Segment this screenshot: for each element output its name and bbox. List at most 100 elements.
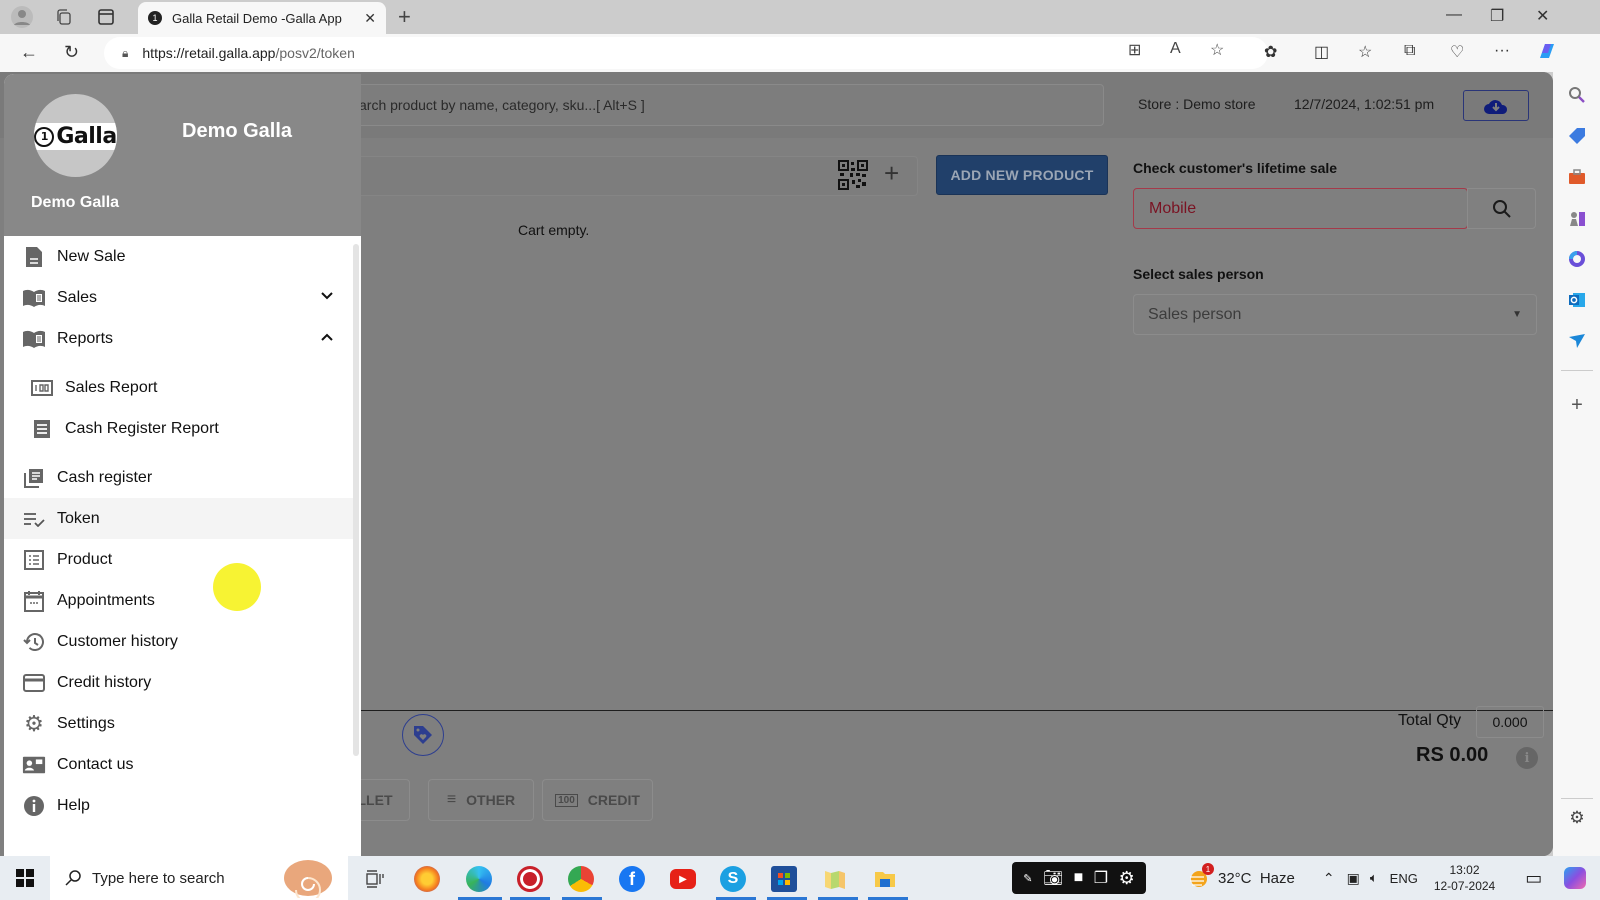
window-close-icon[interactable]: ✕ bbox=[1536, 6, 1549, 26]
skype-icon[interactable]: S bbox=[720, 866, 746, 892]
microsoft365-icon[interactable] bbox=[1567, 249, 1587, 269]
credit-payment-button[interactable]: 100 CREDIT bbox=[542, 779, 653, 821]
info-icon[interactable]: i bbox=[1516, 747, 1538, 769]
chrome-icon[interactable] bbox=[568, 866, 594, 892]
sidebar-divider bbox=[1561, 798, 1593, 799]
firefox-icon[interactable] bbox=[414, 866, 440, 892]
collections-icon[interactable]: ⧉ bbox=[1404, 42, 1415, 60]
weather-text[interactable]: 32°C Haze bbox=[1218, 870, 1295, 887]
pos-app: arch product by name, category, sku...[ … bbox=[0, 72, 1553, 856]
copilot-taskbar-icon[interactable] bbox=[1564, 867, 1587, 889]
other-payment-button[interactable]: ≡ OTHER bbox=[428, 779, 534, 821]
window-capture-icon[interactable]: ❐ bbox=[1094, 868, 1108, 888]
camera-icon[interactable]: 📷︎ bbox=[1043, 868, 1063, 888]
edge-icon[interactable] bbox=[466, 866, 492, 892]
menu-item-help[interactable]: Help bbox=[4, 785, 354, 826]
read-aloud-icon[interactable]: A bbox=[1170, 40, 1181, 58]
taskbar-search-input[interactable]: Type here to search bbox=[50, 856, 348, 900]
menu-item-new-sale[interactable]: New Sale bbox=[4, 236, 354, 277]
browser-essentials-icon[interactable]: ♡ bbox=[1450, 42, 1464, 62]
total-amount: RS 0.00 bbox=[1416, 744, 1489, 766]
chevron-down-icon[interactable] bbox=[320, 289, 334, 303]
microsoft-store-icon[interactable] bbox=[771, 866, 797, 892]
checklist-icon bbox=[22, 507, 46, 531]
task-view-icon[interactable] bbox=[362, 866, 388, 892]
capture-settings-icon[interactable]: ⚙ bbox=[1119, 868, 1135, 889]
menu-item-reports[interactable]: Reports bbox=[4, 318, 354, 359]
windows-start-icon[interactable] bbox=[16, 869, 34, 892]
customer-search-button[interactable] bbox=[1467, 188, 1536, 229]
dropdown-arrow-icon: ▼ bbox=[1512, 309, 1522, 320]
menu-label: Contact us bbox=[57, 755, 134, 773]
restore-icon[interactable]: ❐ bbox=[1490, 6, 1504, 26]
show-hidden-icons[interactable]: ⌃ bbox=[1323, 870, 1335, 887]
tab-title: Galla Retail Demo -Galla App bbox=[172, 10, 342, 26]
workspaces-icon[interactable] bbox=[52, 6, 76, 28]
menu-item-sales[interactable]: Sales bbox=[4, 277, 354, 318]
send-icon[interactable] bbox=[1567, 331, 1587, 351]
add-new-product-button[interactable]: ADD NEW PRODUCT bbox=[936, 155, 1108, 195]
youtube-icon[interactable]: ▶ bbox=[670, 869, 696, 889]
add-sidebar-app-icon[interactable]: + bbox=[1567, 394, 1587, 416]
search-icon[interactable] bbox=[1567, 85, 1587, 105]
new-tab-icon[interactable]: + bbox=[398, 4, 411, 30]
menu-item-credit-history[interactable]: Credit history bbox=[4, 662, 354, 703]
copilot-icon[interactable] bbox=[1536, 40, 1558, 67]
file-explorer-icon[interactable] bbox=[872, 866, 898, 892]
galla-favicon: 1 bbox=[148, 11, 162, 25]
volume-icon[interactable]: 🔈︎ bbox=[1370, 870, 1378, 886]
chevron-up-icon[interactable] bbox=[320, 330, 334, 344]
notifications-icon[interactable]: ▭ bbox=[1525, 868, 1542, 889]
menu-item-appointments[interactable]: Appointments bbox=[4, 580, 354, 621]
app-available-icon[interactable]: ⊞ bbox=[1128, 40, 1141, 60]
minimize-icon[interactable]: — bbox=[1446, 6, 1462, 24]
menu-item-contact-us[interactable]: Contact us bbox=[4, 744, 354, 785]
menu-item-customer-history[interactable]: Customer history bbox=[4, 621, 354, 662]
tools-icon[interactable] bbox=[1567, 167, 1587, 187]
favorites-icon[interactable]: ☆ bbox=[1358, 42, 1372, 62]
browser-tab[interactable]: 1 Galla Retail Demo -Galla App ✕ bbox=[138, 2, 386, 34]
split-screen-icon[interactable]: ◫ bbox=[1314, 42, 1329, 62]
credit-card-icon bbox=[22, 671, 46, 695]
menu-item-cash-register[interactable]: Cash register bbox=[4, 457, 354, 498]
mobile-input[interactable]: Mobile bbox=[1133, 188, 1468, 229]
add-item-icon[interactable]: + bbox=[884, 158, 899, 189]
menu-item-token[interactable]: Token bbox=[4, 498, 354, 539]
sales-person-select[interactable]: Sales person ▼ bbox=[1133, 294, 1537, 335]
language-indicator[interactable]: ENG bbox=[1390, 871, 1418, 886]
screen-recorder-icon[interactable] bbox=[517, 866, 543, 892]
maps-app-icon[interactable] bbox=[822, 866, 848, 892]
profile-icon[interactable] bbox=[10, 6, 34, 28]
address-bar[interactable]: 🔒︎ https://retail.galla.app /posv2/token bbox=[104, 37, 1268, 69]
discount-tag-button[interactable] bbox=[402, 714, 444, 756]
back-icon[interactable]: ← bbox=[20, 42, 38, 63]
shopping-tag-icon[interactable] bbox=[1567, 126, 1587, 146]
more-menu-icon[interactable]: ··· bbox=[1494, 42, 1510, 60]
menu-item-cash-register-report[interactable]: Cash Register Report bbox=[4, 408, 354, 449]
menu-item-product[interactable]: Product bbox=[4, 539, 354, 580]
meet-now-icon[interactable]: ▣ bbox=[1347, 870, 1360, 887]
extensions-icon[interactable]: ✿ bbox=[1264, 42, 1277, 62]
cloud-sync-button[interactable] bbox=[1463, 90, 1529, 121]
product-search-input[interactable]: arch product by name, category, sku...[ … bbox=[340, 84, 1104, 126]
cart-empty-message: Cart empty. bbox=[518, 222, 590, 238]
cart-input-bar[interactable] bbox=[340, 156, 918, 196]
drawer-scrollbar[interactable] bbox=[353, 244, 359, 756]
qr-code-icon[interactable] bbox=[838, 160, 868, 190]
close-tab-icon[interactable]: ✕ bbox=[364, 10, 376, 27]
tab-actions-icon[interactable] bbox=[94, 6, 118, 28]
video-icon[interactable]: ■ bbox=[1074, 869, 1084, 887]
outlook-icon[interactable] bbox=[1567, 290, 1587, 310]
sidebar-settings-icon[interactable]: ⚙ bbox=[1567, 808, 1587, 828]
games-icon[interactable] bbox=[1567, 208, 1587, 228]
store-logo: 1 Galla bbox=[34, 94, 117, 177]
taskbar-clock[interactable]: 13:02 12-07-2024 bbox=[1434, 862, 1495, 894]
pen-icon[interactable]: ✎ bbox=[1023, 872, 1032, 885]
favorite-star-icon[interactable]: ☆ bbox=[1210, 40, 1224, 60]
facebook-icon[interactable]: f bbox=[619, 866, 645, 892]
menu-item-settings[interactable]: ⚙ Settings bbox=[4, 703, 354, 744]
weather-icon[interactable]: 1 bbox=[1188, 863, 1214, 888]
menu-item-sales-report[interactable]: Sales Report bbox=[4, 367, 354, 408]
refresh-icon[interactable]: ↻ bbox=[64, 42, 79, 63]
menu-label: Sales bbox=[57, 288, 98, 306]
